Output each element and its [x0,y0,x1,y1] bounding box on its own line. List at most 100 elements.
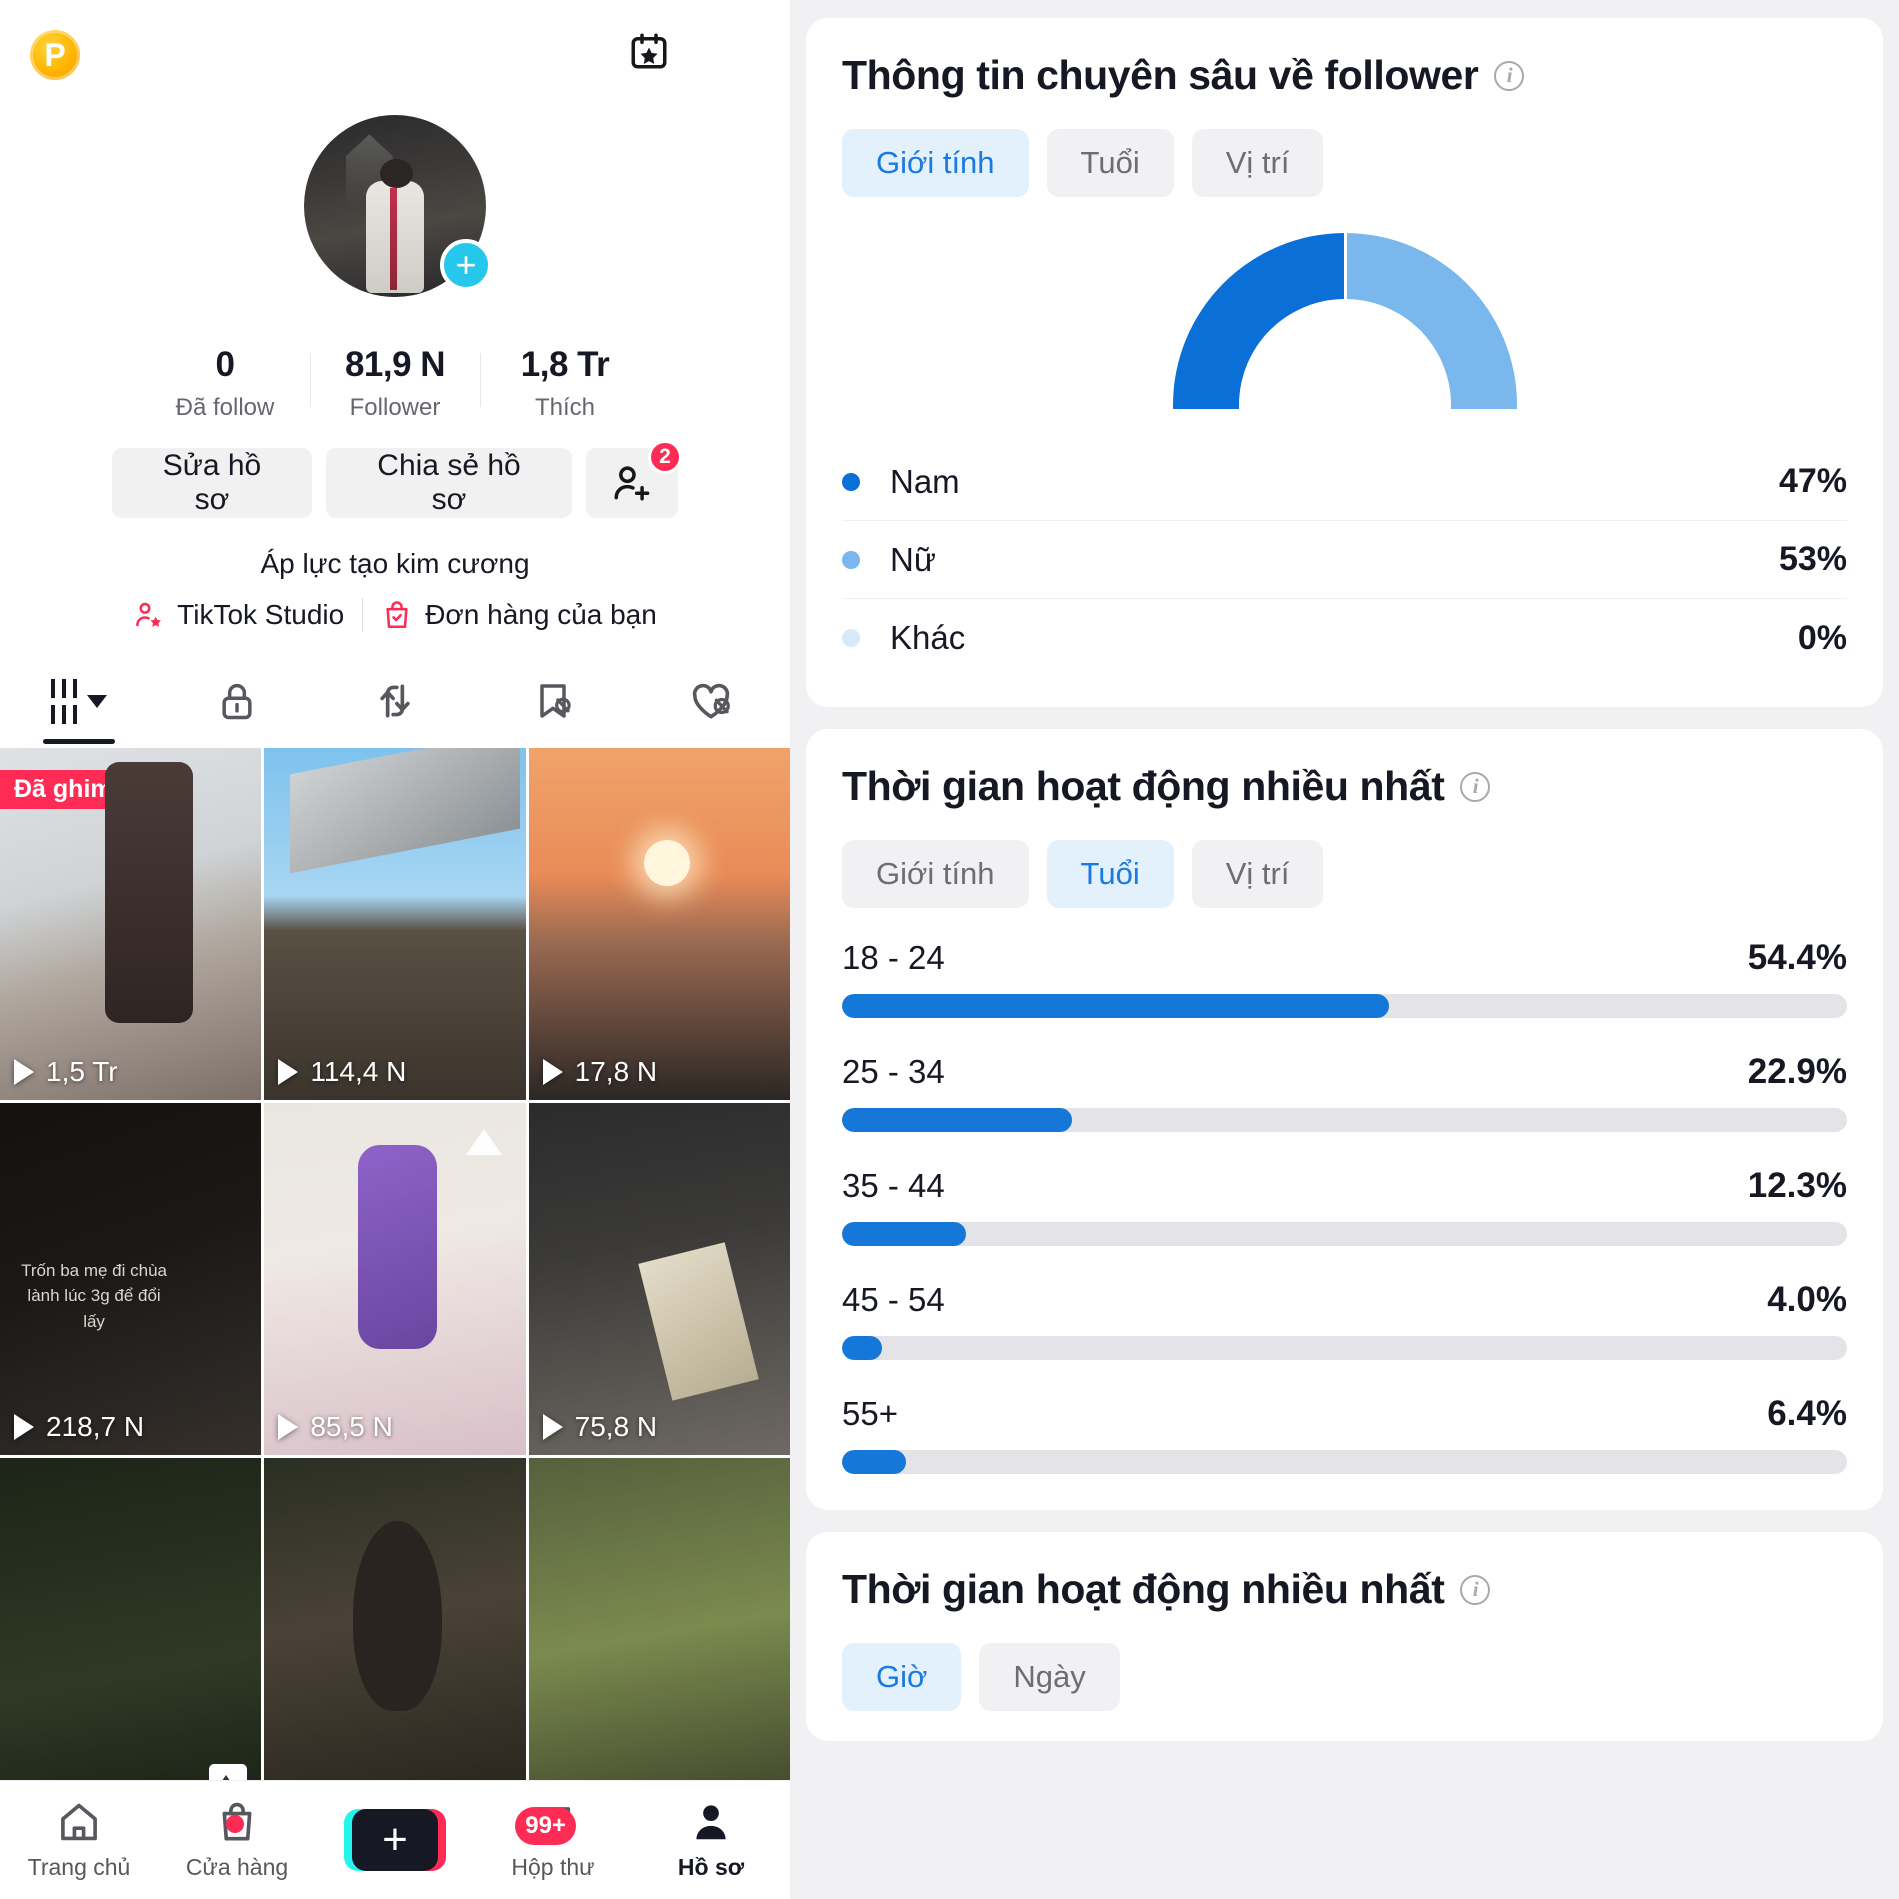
video-view-count: 218,7 N [14,1411,144,1443]
nav-label-shop: Cửa hàng [185,1854,289,1880]
follower-insights-card: Thông tin chuyên sâu về follower i Giới … [806,18,1883,707]
age-bar-row: 45 - 54 4.0% [842,1280,1847,1360]
tab-gender[interactable]: Giới tính [842,129,1029,197]
stat-likes-value: 1,8 Tr [520,345,610,384]
age-bar-row: 18 - 24 54.4% [842,938,1847,1018]
legend-dot-female [842,550,860,569]
stat-followers[interactable]: 81,9 N Follower [310,345,480,422]
legend-row-female: Nữ 53% [842,521,1847,599]
avatar-strap-shape [389,187,397,290]
info-icon[interactable]: i [1460,771,1491,802]
p-coin-icon[interactable]: P [30,30,80,80]
add-person-button[interactable]: 2 [586,440,682,518]
gender-legend: Nam 47% Nữ 53% Khác 0% [842,443,1847,677]
chevron-down-icon [87,694,107,708]
add-friend-plus-icon[interactable]: + [440,239,492,291]
activity-time-title: Thời gian hoạt động nhiều nhất [842,1566,1445,1612]
tab-gender[interactable]: Giới tính [842,840,1029,908]
tab-age[interactable]: Tuổi [1046,129,1174,197]
edit-profile-button[interactable]: Sửa hồ sơ [112,448,312,518]
avatar[interactable]: + [304,115,492,297]
info-icon[interactable]: i [1460,1574,1491,1605]
grid-bars-icon [51,678,107,724]
stat-following[interactable]: 0 Đã follow [140,345,310,422]
liked-tab[interactable] [632,664,790,738]
age-bar-head: 18 - 24 54.4% [842,938,1847,978]
tab-location[interactable]: Vị trí [1191,840,1324,908]
age-bar-label: 45 - 54 [842,1281,945,1318]
profile-action-row: Sửa hồ sơ Chia sẻ hồ sơ 2 [0,440,790,518]
age-bar-label: 25 - 34 [842,1053,945,1090]
nav-label-inbox: Hộp thư [511,1854,595,1880]
video-thumbnail[interactable]: Đã ghim 1,5 Tr [0,748,262,1100]
video-view-value: 17,8 N [574,1056,658,1087]
saved-tab[interactable] [474,664,632,738]
activity-age-card: Thời gian hoạt động nhiều nhất i Giới tí… [806,729,1883,1510]
info-icon[interactable]: i [1494,60,1525,91]
grid-posts-tab[interactable] [0,664,158,738]
tab-location[interactable]: Vị trí [1191,129,1324,197]
follower-insights-tabs: Giới tính Tuổi Vị trí [842,129,1847,197]
create-button-wrap: + [344,1809,446,1871]
video-thumbnail[interactable]: 17,8 N [528,748,790,1100]
legend-label-male: Nam [890,462,960,500]
age-bar-track [842,1450,1847,1474]
tiktok-phone-panel: P + 0 Đã follow 81,9 N Follower 1,8 Tr T… [0,0,790,1899]
stat-followers-label: Follower [349,394,441,421]
repost-tab[interactable] [316,664,474,738]
profile-links-row: TikTok Studio Đơn hàng của bạn [0,598,790,632]
nav-item-profile[interactable]: Hồ sơ [632,1799,790,1881]
tab-hour[interactable]: Giờ [842,1643,962,1711]
tab-age[interactable]: Tuổi [1046,840,1174,908]
video-thumbnail[interactable] [528,1458,790,1810]
activity-time-tabs: Giờ Ngày [842,1643,1847,1711]
video-thumbnail[interactable]: 85,5 N [264,1103,526,1455]
create-plus-icon[interactable]: + [344,1809,446,1871]
pinned-badge: Đã ghim [0,770,127,809]
video-thumbnail[interactable]: 75,8 N [528,1103,790,1455]
home-icon [61,1803,97,1841]
private-tab[interactable] [158,664,316,738]
analytics-panel: Thông tin chuyên sâu về follower i Giới … [790,0,1899,1899]
profile-bio: Áp lực tạo kim cương [260,548,530,579]
legend-row-other: Khác 0% [842,599,1847,677]
share-profile-button[interactable]: Chia sẻ hồ sơ [326,448,572,518]
stat-likes[interactable]: 1,8 Tr Thích [480,345,650,422]
bottom-navigation: Trang chủ Cửa hàng + 99+ Hộp thư Hồ sơ [0,1780,790,1899]
video-thumbnail[interactable]: 114,4 N [264,748,526,1100]
video-thumbnail[interactable] [264,1458,526,1810]
avatar-head-shape [380,158,414,188]
nav-item-shop[interactable]: Cửa hàng [158,1799,316,1881]
activity-age-title: Thời gian hoạt động nhiều nhất [842,763,1445,809]
calendar-star-icon[interactable] [626,28,672,74]
video-thumbnail[interactable] [0,1458,262,1810]
age-bar-label: 18 - 24 [842,939,945,976]
nav-item-create[interactable]: + [316,1809,474,1871]
nav-item-home[interactable]: Trang chủ [0,1799,158,1881]
legend-value-male: 47% [1778,462,1847,500]
your-orders-link[interactable]: Đơn hàng của bạn [381,599,657,631]
nav-label-profile: Hồ sơ [677,1854,745,1880]
tiktok-studio-label: TikTok Studio [177,599,345,630]
repost-arrows-icon [380,684,410,718]
video-view-value: 1,5 Tr [46,1056,118,1087]
play-icon [542,1414,563,1440]
nav-item-inbox[interactable]: 99+ Hộp thư [474,1799,632,1881]
legend-value-other: 0% [1797,618,1847,657]
age-bar-track [842,1222,1847,1246]
video-view-value: 114,4 N [310,1056,407,1087]
links-divider [362,598,364,632]
tab-day[interactable]: Ngày [979,1643,1120,1711]
studio-person-star-icon [136,602,162,627]
tiktok-studio-link[interactable]: TikTok Studio [133,599,344,631]
gauge-split-line [1343,233,1347,301]
video-view-value: 85,5 N [310,1411,393,1442]
activity-age-tabs: Giới tính Tuổi Vị trí [842,840,1847,908]
age-bar-fill [842,1222,966,1246]
p-coin-letter: P [44,37,66,73]
video-thumbnail[interactable]: Trốn ba mẹ đi chùa lành lúc 3g để đổi lấ… [0,1103,262,1455]
inbox-badge: 99+ [515,1807,576,1845]
age-bar-label: 55+ [842,1395,898,1432]
hamburger-menu-icon[interactable] [720,28,762,74]
age-bar-head: 35 - 44 12.3% [842,1166,1847,1206]
